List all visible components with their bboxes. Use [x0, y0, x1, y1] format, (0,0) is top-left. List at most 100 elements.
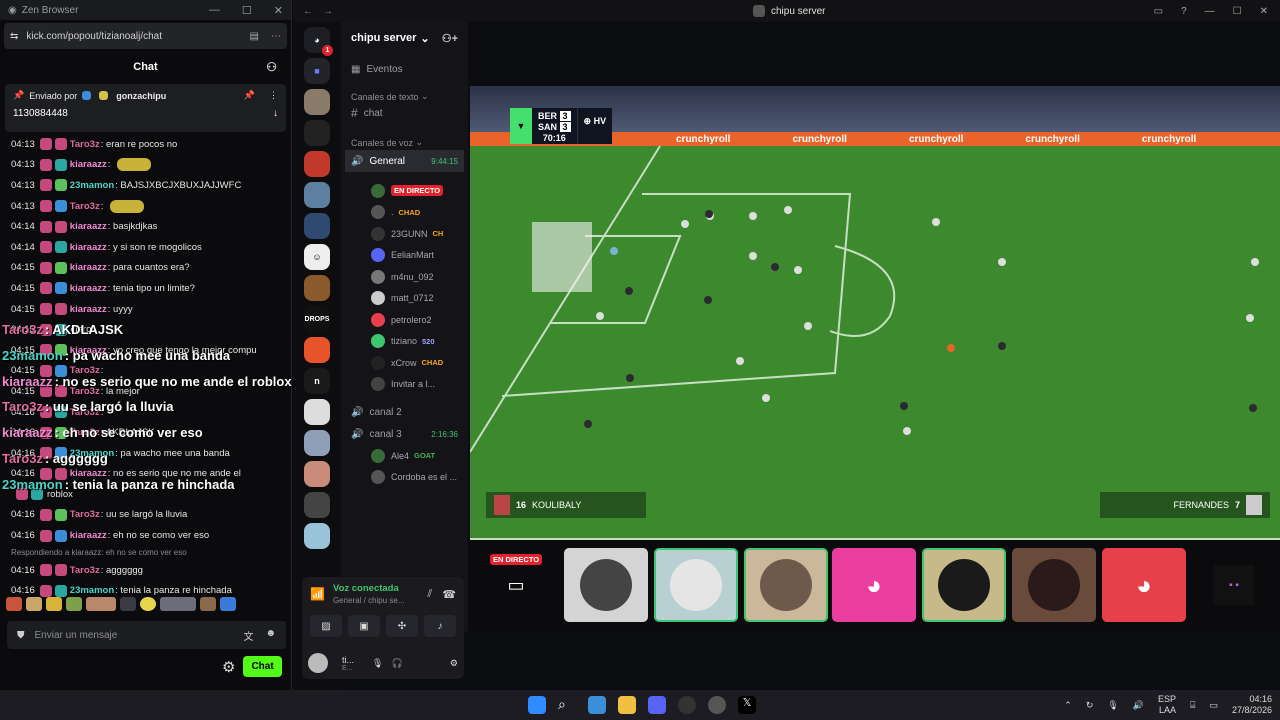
message-user[interactable]: 23mamon	[70, 585, 114, 596]
voice-user[interactable]: EN DIRECTO	[341, 180, 468, 202]
voice-user[interactable]: m4nu_092	[341, 266, 468, 288]
network-icon[interactable]: ⌸	[1190, 700, 1195, 711]
send-chat-button[interactable]: Chat	[243, 656, 282, 677]
back-arrow-icon[interactable]: ←	[303, 6, 313, 17]
start-icon[interactable]	[528, 696, 546, 714]
camera-off-button[interactable]: ▨	[310, 615, 342, 637]
message-user[interactable]: kiaraazz	[70, 530, 107, 541]
emote-icon[interactable]	[160, 597, 196, 611]
server-header[interactable]: chipu server ⌄ ⚇+	[341, 22, 468, 54]
emote-icon[interactable]	[6, 597, 22, 611]
message-user[interactable]: kiaraazz	[70, 283, 107, 294]
noise-icon[interactable]: ⫽	[427, 588, 432, 601]
x-icon[interactable]: 𝕏	[738, 696, 756, 714]
participant-tile[interactable]: ◕	[832, 548, 916, 622]
message-user[interactable]: kiaraazz	[70, 221, 107, 232]
sync-icon[interactable]: ↻	[1086, 700, 1094, 711]
language-indicator[interactable]: ESP LAA	[1158, 694, 1176, 716]
message-user[interactable]: Taro3z	[70, 201, 100, 212]
message-user[interactable]: Taro3z	[70, 509, 100, 520]
message-user[interactable]: kiaraazz	[70, 262, 107, 273]
server-icon[interactable]	[304, 399, 330, 425]
server-icon[interactable]	[304, 492, 330, 518]
emote-icon[interactable]	[200, 597, 216, 611]
emote-icon[interactable]	[140, 597, 156, 611]
emote-icon[interactable]	[220, 597, 236, 611]
translate-icon[interactable]: 文	[243, 628, 253, 643]
forward-arrow-icon[interactable]: →	[323, 6, 333, 17]
stream-video[interactable]: crunchyroll crunchyroll crunchyroll crun…	[470, 86, 1280, 540]
tile-live-stream[interactable]: EN DIRECTO ▭	[474, 548, 558, 622]
message-user[interactable]: Taro3z	[70, 386, 100, 397]
app-icon[interactable]	[678, 696, 696, 714]
expand-arrow-icon[interactable]: ↓	[273, 108, 278, 119]
category-voice[interactable]: Canales de voz ⌄	[341, 130, 468, 148]
close-button[interactable]: ✕	[1260, 6, 1268, 17]
voice-location[interactable]: General / chipu se...	[333, 596, 405, 605]
server-icon[interactable]	[304, 213, 330, 239]
voice-user[interactable]: tiziano 520	[341, 331, 468, 353]
server-icon[interactable]	[304, 523, 330, 549]
maximize-button[interactable]: ☐	[1233, 6, 1242, 17]
server-icon[interactable]	[304, 461, 330, 487]
message-user[interactable]: Taro3z	[70, 407, 100, 418]
mic-tray-icon[interactable]: 🎙	[1107, 700, 1118, 711]
message-user[interactable]: Taro3z	[70, 365, 100, 376]
voice-user[interactable]: 23GUNN CH	[341, 223, 468, 245]
voice-user[interactable]: . CHAD	[341, 202, 468, 224]
server-icon[interactable]	[304, 430, 330, 456]
soundboard-button[interactable]: ♪	[424, 615, 456, 637]
share-screen-button[interactable]: ▣	[348, 615, 380, 637]
voice-status[interactable]: Voz conectada	[333, 583, 405, 594]
folder-icon[interactable]: ■	[304, 58, 330, 84]
minimize-button[interactable]: —	[209, 4, 220, 17]
emote-icon[interactable]	[26, 597, 42, 611]
participant-tile[interactable]: ▪ ▪	[1192, 548, 1276, 622]
server-icon[interactable]	[304, 120, 330, 146]
battery-icon[interactable]: ▭	[1209, 700, 1218, 711]
server-icon[interactable]: ☺	[304, 244, 330, 270]
user-settings-icon[interactable]: ⚙	[450, 658, 458, 669]
voice-user[interactable]: xCrow CHAD	[341, 352, 468, 374]
inbox-icon[interactable]: ▭	[1154, 6, 1163, 17]
community-icon[interactable]: ⚇	[266, 60, 277, 74]
server-drops[interactable]: DROPS	[304, 306, 330, 332]
participant-tile[interactable]	[1012, 548, 1096, 622]
server-icon[interactable]	[304, 151, 330, 177]
clock[interactable]: 04:16 27/8/2026	[1232, 694, 1272, 716]
participant-tile[interactable]	[744, 548, 828, 622]
message-user[interactable]: kiaraazz	[70, 159, 107, 170]
message-user[interactable]: Taro3z	[70, 427, 100, 438]
server-icon[interactable]	[304, 89, 330, 115]
minimize-button[interactable]: —	[1205, 6, 1215, 17]
voice-channel-canal2[interactable]: 🔊 canal 2	[341, 401, 468, 423]
participant-tile[interactable]	[654, 548, 738, 622]
participant-tile[interactable]	[922, 548, 1006, 622]
participant-tile[interactable]: ◕	[1102, 548, 1186, 622]
close-button[interactable]: ✕	[274, 4, 283, 17]
message-user[interactable]: 23mamon	[70, 448, 114, 459]
message-user[interactable]: kiaraazz	[70, 304, 107, 315]
address-bar[interactable]: ⇆ kick.com/popout/tizianoalj/chat ▤ ⋯	[4, 23, 287, 49]
category-text[interactable]: Canales de texto ⌄	[341, 84, 468, 102]
maximize-button[interactable]: ☐	[242, 4, 252, 17]
emote-icon[interactable]	[120, 597, 136, 611]
voice-user[interactable]: matt_0712	[341, 288, 468, 310]
server-icon[interactable]	[304, 337, 330, 363]
obs-icon[interactable]	[708, 696, 726, 714]
voice-user[interactable]: Ale4 GOAT	[341, 445, 468, 467]
message-user[interactable]: kiaraazz	[70, 345, 107, 356]
tray-chevron-icon[interactable]: ⌃	[1064, 700, 1072, 711]
participant-tile[interactable]	[564, 548, 648, 622]
discord-taskbar-icon[interactable]	[648, 696, 666, 714]
volume-icon[interactable]: 🔊	[1133, 700, 1144, 711]
reader-icon[interactable]: ▤	[250, 31, 259, 42]
server-icon[interactable]	[304, 182, 330, 208]
message-user[interactable]: 23mamon	[70, 180, 114, 191]
avatar[interactable]	[308, 653, 328, 673]
voice-user[interactable]: Invitar a l...	[341, 374, 468, 396]
store-icon[interactable]	[588, 696, 606, 714]
voice-user[interactable]: petrolero2	[341, 309, 468, 331]
search-icon[interactable]: ⌕	[558, 696, 576, 714]
site-info-icon[interactable]: ⇆	[10, 31, 18, 42]
